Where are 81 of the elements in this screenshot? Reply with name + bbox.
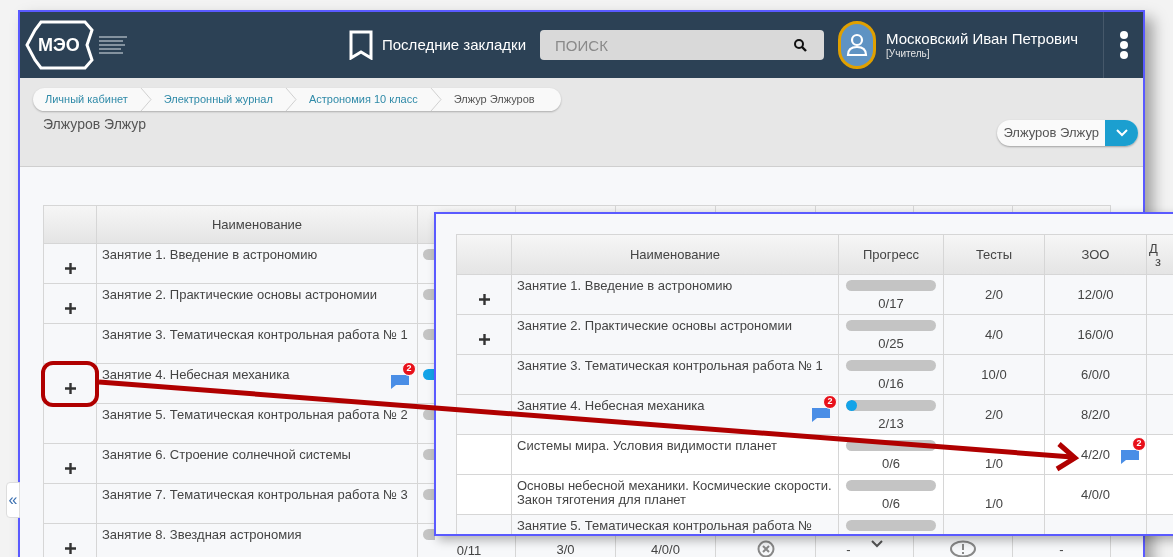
lesson-name: Занятие 8. Звездная астрономия — [102, 528, 302, 544]
lesson-name: Системы мира. Условия видимости планет — [517, 439, 777, 455]
lesson-name: Занятие 4. Небесная механика — [102, 368, 290, 384]
column-header: Наименование — [211, 215, 303, 234]
column-header: Тесты — [975, 245, 1013, 264]
table-cell-text: 12/0/0 — [1077, 285, 1114, 304]
comment-count: 2 — [402, 362, 416, 376]
breadcrumb-separator-icon — [139, 88, 152, 111]
comment-icon[interactable] — [1120, 447, 1140, 465]
table-cell-text: 8/2/0 — [1081, 405, 1110, 424]
breadcrumb-separator-icon — [284, 88, 297, 111]
table-cell-text: 4/0/0 — [1081, 485, 1110, 504]
expand-icon[interactable] — [64, 303, 76, 314]
table-cell-text: 2/0 — [984, 285, 1004, 304]
expand-icon[interactable] — [64, 263, 76, 274]
expand-cell[interactable] — [44, 244, 97, 284]
breadcrumb-link[interactable]: Электронный журнал — [151, 91, 285, 108]
collapse-handle[interactable]: « — [6, 482, 20, 518]
table-cell-text: 4/2/0 — [1081, 445, 1110, 464]
breadcrumb-separator-icon — [429, 88, 442, 111]
progress-reading: 0/25 — [878, 335, 904, 353]
lesson-name: Занятие 7. Тематическая контрольная работа № 3 — [102, 488, 408, 504]
column-header: Наименование — [629, 245, 721, 264]
table-cell-text: - — [846, 541, 851, 557]
table-cell-text: 4/0/0 — [651, 541, 680, 557]
table-cell-text: - — [1059, 541, 1064, 557]
user-name: Московский Иван Петрович — [886, 30, 1080, 48]
lesson-name: Занятие 2. Практические основы астрономии — [102, 288, 377, 304]
expand-icon[interactable] — [478, 294, 490, 305]
column-header: Д — [1149, 241, 1158, 255]
search-icon[interactable] — [794, 39, 808, 52]
lesson-name: Занятие 5. Тематическая контрольная работа № 2 — [102, 408, 408, 424]
progress-reading: 0/6 — [881, 495, 901, 513]
user-icon — [846, 33, 869, 57]
comment-count: 2 — [823, 395, 837, 409]
column-header: Прогресс — [863, 245, 919, 264]
column-header: ЗОО — [1081, 245, 1110, 264]
expand-icon[interactable] — [478, 334, 490, 345]
expand-icon[interactable] — [64, 463, 76, 474]
comment-icon[interactable] — [811, 405, 831, 423]
breadcrumb-link[interactable]: Астрономия 10 класс — [296, 91, 430, 108]
table-cell-text: 1/0 — [984, 494, 1004, 513]
lesson-name: Занятие 6. Строение солнечной системы — [102, 448, 351, 464]
chevron-down-icon — [870, 540, 883, 548]
lesson-name: Основы небесной механики. Космические скорости. Закон тяготения для планет — [517, 479, 833, 509]
lesson-name: Занятие 2. Практические основы астрономии — [517, 319, 792, 335]
comment-icon[interactable] — [390, 372, 410, 390]
table-cell-text: 1/0 — [984, 454, 1004, 473]
progress-reading: 0/11 — [456, 542, 482, 557]
table-cell-text: 10/0 — [981, 365, 1007, 384]
table-cell-text: 2/0 — [984, 405, 1004, 424]
page-title: Элжуров Элжур — [43, 115, 147, 134]
chevron-down-icon — [1115, 129, 1128, 137]
expand-cell[interactable] — [44, 284, 97, 324]
lesson-name: Занятие 3. Тематическая контрольная работа № 1 — [102, 328, 408, 344]
user-role: [Учитель] — [886, 48, 931, 60]
table-cell-text: 3/0 — [556, 541, 575, 557]
expand-cell[interactable] — [44, 444, 97, 484]
student-dropdown[interactable]: Элжуров Элжур — [997, 120, 1138, 146]
lesson-name: Занятие 3. Тематическая контрольная работа № 1 — [517, 359, 823, 375]
table-cell-text: 4/0 — [984, 325, 1004, 344]
progress-reading: 0/17 — [878, 295, 904, 313]
expand-icon[interactable] — [64, 383, 76, 394]
menu-icon[interactable] — [1118, 31, 1129, 59]
progress-reading: 2/13 — [878, 415, 904, 433]
bookmarks-link[interactable]: Последние закладки — [382, 33, 527, 57]
expand-icon[interactable] — [64, 543, 76, 554]
search-field[interactable]: ПОИСК — [540, 30, 825, 60]
comment-count: 2 — [1132, 437, 1146, 451]
lesson-name: Занятие 1. Введение в астрономию — [102, 248, 318, 264]
table-cell-text: 6/0/0 — [1081, 365, 1110, 384]
highlight-frame — [41, 361, 99, 407]
breadcrumb-link[interactable]: Личный кабинет — [33, 91, 140, 108]
progress-reading: 0/16 — [878, 375, 904, 393]
lesson-name: Занятие 4. Небесная механика — [517, 399, 705, 415]
table-cell-text: 16/0/0 — [1077, 325, 1114, 344]
lesson-name: Занятие 5. Тематическая контрольная работа № — [517, 519, 812, 534]
progress-reading: 0/6 — [881, 455, 901, 473]
avatar[interactable] — [838, 21, 877, 69]
lesson-name: Занятие 1. Введение в астрономию — [517, 279, 733, 295]
bookmark-icon[interactable] — [348, 30, 374, 60]
